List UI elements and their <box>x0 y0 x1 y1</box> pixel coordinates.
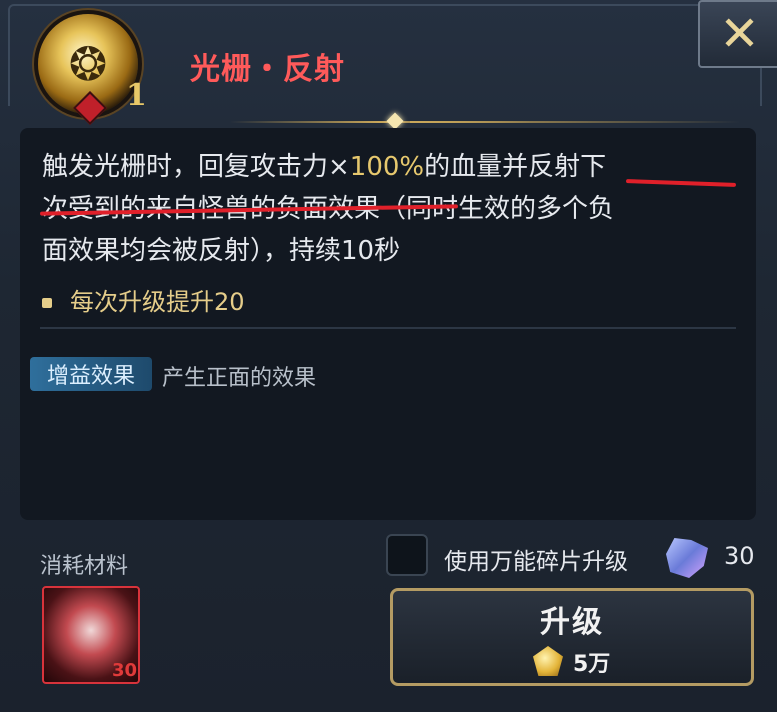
upgrade-bonus: 每次升级提升20 <box>42 282 245 317</box>
upgrade-label: 升级 <box>540 605 604 640</box>
gold-pentagon-coin-icon <box>533 646 563 676</box>
upgrade-button[interactable]: 升级 5万 <box>390 588 754 686</box>
header-divider-right <box>410 121 740 123</box>
universal-shard-checkbox[interactable] <box>386 534 428 576</box>
material-count: 30 <box>112 660 138 681</box>
heal-percent: 100% <box>349 152 425 182</box>
close-button[interactable]: ✕ <box>698 0 777 68</box>
skill-detail-panel: ❂ 1 光栅・反射 ✕ 触发光栅时，回复攻击力×100%的血量并反射下 次受到的… <box>0 0 777 712</box>
skill-title: 光栅・反射 <box>190 52 345 87</box>
universal-shard-label[interactable]: 使用万能碎片升级 <box>444 542 628 576</box>
skill-level: 1 <box>126 78 147 113</box>
puzzle-shard-icon <box>666 538 708 578</box>
shard-count: 30 <box>724 542 755 570</box>
materials-label: 消耗材料 <box>40 554 129 579</box>
upgrade-cost: 5万 <box>573 652 611 677</box>
bullet-icon <box>42 298 52 308</box>
description-line-3: 面效果均会被反射），持续10秒 <box>42 236 401 266</box>
section-divider <box>40 327 736 329</box>
divider-diamond <box>386 112 404 130</box>
close-icon: ✕ <box>719 6 760 62</box>
buff-tag[interactable]: 增益效果 <box>30 357 152 391</box>
buff-tag-description: 产生正面的效果 <box>162 366 317 391</box>
